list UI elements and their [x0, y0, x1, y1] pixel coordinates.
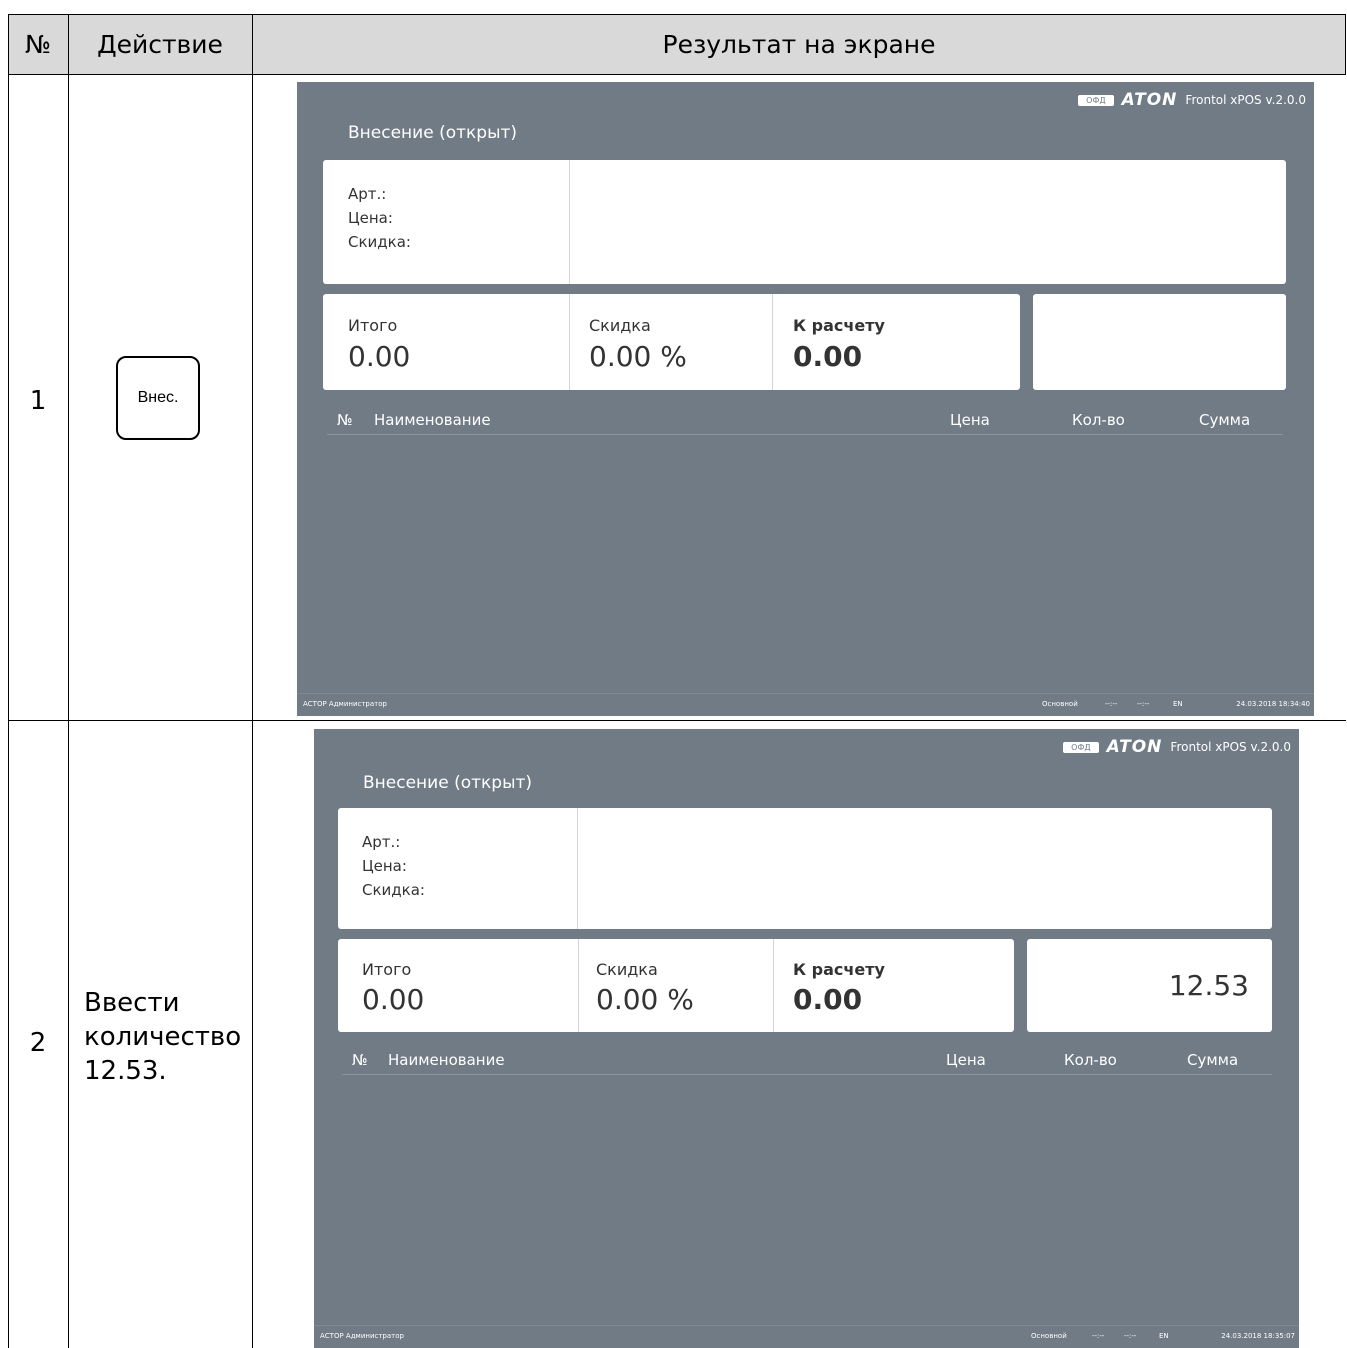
document-title: Внесение (открыт) — [348, 123, 518, 143]
col-number: № — [352, 1051, 368, 1069]
discount-value: 0.00 % — [589, 340, 687, 373]
status-time-1: --:-- — [1105, 700, 1118, 708]
action-line: Ввести — [84, 988, 180, 1018]
action-description: Ввести количество 12.53. — [84, 986, 241, 1088]
col-sum: Сумма — [1199, 411, 1251, 429]
brand-bar: ОФД ATON Frontol xPOS v.2.0.0 — [1078, 90, 1306, 110]
deposit-key: Внес. — [116, 356, 200, 440]
col-price: Цена — [950, 411, 990, 429]
app-version: Frontol xPOS v.2.0.0 — [1170, 740, 1291, 754]
article-label: Арт.: — [362, 833, 401, 851]
status-time-1: --:-- — [1092, 1332, 1105, 1340]
pos-screen: ОФД ATON Frontol xPOS v.2.0.0 Внесение (… — [314, 729, 1299, 1348]
ofd-badge: ОФД — [1078, 94, 1114, 106]
quantity-input-panel[interactable] — [1033, 294, 1286, 390]
price-label: Цена: — [362, 857, 407, 875]
payable-value: 0.00 — [793, 340, 863, 373]
header-result: Результат на экране — [662, 29, 936, 59]
discount-label: Скидка — [589, 316, 651, 335]
status-datetime: 24.03.2018 18:35:07 — [1221, 1332, 1295, 1340]
item-labels: Арт.: Цена: Скидка: — [348, 182, 411, 254]
discount-label: Скидка — [596, 960, 658, 979]
col-price: Цена — [946, 1051, 986, 1069]
document-title: Внесение (открыт) — [363, 773, 533, 793]
col-sum: Сумма — [1187, 1051, 1239, 1069]
discount-label: Скидка: — [362, 881, 425, 899]
status-user: АСТОР Администратор — [320, 1332, 404, 1340]
status-user: АСТОР Администратор — [303, 700, 387, 708]
status-datetime: 24.03.2018 18:34:40 — [1236, 700, 1310, 708]
action-line: 12.53. — [84, 1056, 167, 1086]
row-number: 2 — [29, 1028, 47, 1058]
header-number: № — [24, 29, 51, 59]
receipt-columns-header: № Наименование Цена Кол-во Сумма — [352, 1051, 1272, 1071]
action-line: количество — [84, 1022, 242, 1052]
status-time-2: --:-- — [1124, 1332, 1137, 1340]
col-number: № — [337, 411, 353, 429]
discount-label: Скидка: — [348, 233, 411, 251]
status-time-2: --:-- — [1137, 700, 1150, 708]
totals-panel: Итого 0.00 Скидка 0.00 % К расчету 0.00 — [338, 939, 1014, 1032]
status-bar: АСТОР Администратор Основной --:-- --:--… — [314, 1325, 1299, 1348]
col-name: Наименование — [388, 1051, 505, 1069]
table-header-row: № Действие Результат на экране — [8, 14, 1346, 74]
article-label: Арт.: — [348, 185, 387, 203]
app-version: Frontol xPOS v.2.0.0 — [1185, 93, 1306, 107]
totals-panel: Итого 0.00 Скидка 0.00 % К расчету 0.00 — [323, 294, 1020, 390]
quantity-value: 12.53 — [1168, 969, 1249, 1002]
pos-screen: ОФД ATON Frontol xPOS v.2.0.0 Внесение (… — [297, 82, 1314, 716]
header-action: Действие — [97, 29, 223, 59]
price-label: Цена: — [348, 209, 393, 227]
item-info-panel: Арт.: Цена: Скидка: — [323, 160, 1286, 284]
col-qty: Кол-во — [1072, 411, 1125, 429]
receipt-columns-header: № Наименование Цена Кол-во Сумма — [337, 411, 1287, 431]
status-bar: АСТОР Администратор Основной --:-- --:--… — [297, 693, 1314, 716]
aton-logo: ATON — [1106, 737, 1163, 757]
total-value: 0.00 — [348, 340, 411, 373]
payable-value: 0.00 — [793, 983, 863, 1016]
discount-value: 0.00 % — [596, 983, 694, 1016]
status-lang: EN — [1159, 1332, 1169, 1340]
item-info-panel: Арт.: Цена: Скидка: — [338, 808, 1272, 929]
ofd-badge: ОФД — [1063, 741, 1099, 753]
status-mode: Основной — [1042, 700, 1078, 708]
item-labels: Арт.: Цена: Скидка: — [362, 830, 425, 902]
total-label: Итого — [362, 960, 412, 979]
total-value: 0.00 — [362, 983, 425, 1016]
col-name: Наименование — [374, 411, 491, 429]
col-qty: Кол-во — [1064, 1051, 1117, 1069]
row-number: 1 — [29, 386, 47, 416]
status-lang: EN — [1173, 700, 1183, 708]
payable-label: К расчету — [793, 960, 885, 979]
payable-label: К расчету — [793, 316, 885, 335]
total-label: Итого — [348, 316, 398, 335]
aton-logo: ATON — [1121, 90, 1178, 110]
brand-bar: ОФД ATON Frontol xPOS v.2.0.0 — [1063, 737, 1291, 757]
quantity-input-panel[interactable]: 12.53 — [1027, 939, 1272, 1032]
status-mode: Основной — [1031, 1332, 1067, 1340]
